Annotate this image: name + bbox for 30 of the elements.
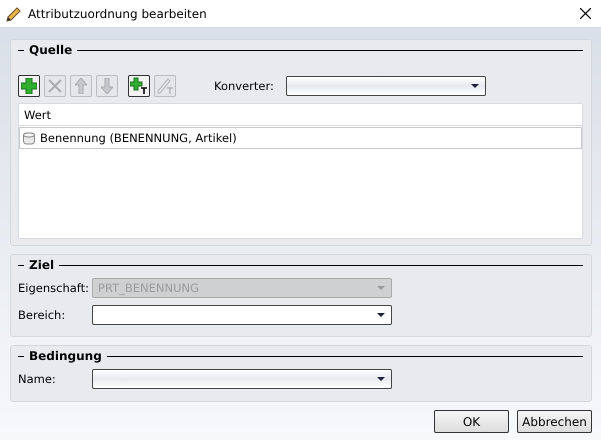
field-label: Bereich:: [18, 308, 66, 322]
dropdown-caret-icon: [470, 84, 479, 88]
toolbar-button[interactable]: [18, 75, 40, 97]
dropdown-field[interactable]: [92, 368, 392, 388]
arrow-up-icon: [75, 78, 87, 94]
dropdown-field[interactable]: [92, 304, 392, 324]
plus-text-icon: [130, 77, 148, 95]
toolbar-button[interactable]: [128, 75, 150, 97]
group-title: Ziel: [29, 258, 54, 272]
window-title: Attributzuordnung bearbeiten: [28, 6, 208, 20]
dropdown-caret-icon: [377, 376, 385, 380]
dialog-button[interactable]: Abbrechen: [517, 410, 592, 433]
group-title: Bedingung: [29, 349, 102, 363]
pen-text-icon: [156, 77, 174, 95]
plus-icon: [21, 78, 37, 94]
group-title: Quelle: [29, 43, 72, 57]
field-label: Name:: [18, 372, 57, 386]
converter-dropdown[interactable]: [286, 76, 486, 96]
pencil-icon: [6, 6, 22, 22]
list-row[interactable]: Benennung (BENENNUNG, Artikel): [19, 127, 582, 149]
arrow-down-icon: [101, 78, 113, 94]
dropdown-caret-icon: [377, 286, 385, 290]
field-label: Eigenschaft:: [18, 280, 90, 294]
dropdown-caret-icon: [377, 312, 385, 316]
database-icon: [23, 132, 35, 144]
column-header: Wert: [19, 104, 582, 126]
cross-icon: [48, 79, 62, 93]
dialog-button[interactable]: OK: [434, 410, 509, 433]
converter-label: Konverter:: [214, 79, 274, 93]
close-button[interactable]: [577, 6, 593, 22]
